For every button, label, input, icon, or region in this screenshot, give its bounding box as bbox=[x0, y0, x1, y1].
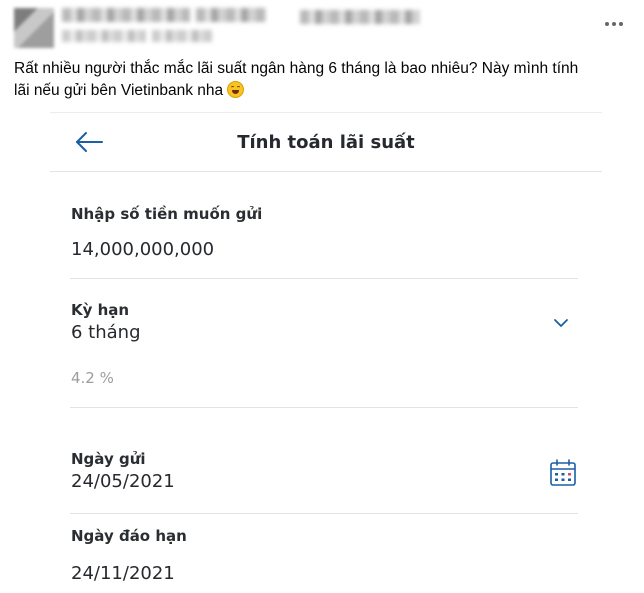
deposit-date-label: Ngày gửi bbox=[71, 450, 146, 468]
interest-calculator-screen: Tính toán lãi suất Nhập số tiền muốn gửi… bbox=[50, 112, 602, 593]
blurred-post-meta bbox=[62, 30, 146, 42]
chevron-down-icon[interactable] bbox=[550, 314, 572, 332]
blurred-tag bbox=[300, 10, 420, 24]
blurred-author-name-part bbox=[196, 8, 266, 22]
post-text-line1: Rất nhiều người thắc mắc lãi suất ngân h… bbox=[14, 60, 579, 77]
grinning-sweat-emoji-icon bbox=[227, 81, 245, 98]
post-text-line2: lãi nếu gửi bên Vietinbank nha bbox=[14, 82, 224, 99]
maturity-date-value: 24/11/2021 bbox=[71, 563, 175, 584]
divider bbox=[70, 513, 578, 514]
amount-label: Nhập số tiền muốn gửi bbox=[71, 205, 263, 223]
term-label: Kỳ hạn bbox=[71, 301, 130, 319]
blurred-post-meta-part bbox=[152, 30, 212, 42]
divider bbox=[70, 407, 578, 408]
divider bbox=[70, 278, 578, 279]
term-select[interactable]: 6 tháng bbox=[71, 322, 141, 343]
blurred-author-name[interactable] bbox=[62, 8, 190, 22]
avatar[interactable] bbox=[14, 8, 54, 48]
more-horizontal-icon[interactable] bbox=[602, 12, 626, 36]
calendar-icon[interactable] bbox=[548, 458, 578, 488]
app-header: Tính toán lãi suất bbox=[50, 113, 602, 172]
page-title: Tính toán lãi suất bbox=[237, 132, 415, 153]
deposit-date-input[interactable]: 24/05/2021 bbox=[71, 471, 175, 492]
post-body: Rất nhiều người thắc mắc lãi suất ngân h… bbox=[14, 58, 628, 102]
interest-rate: 4.2 % bbox=[71, 369, 114, 387]
amount-input[interactable]: 14,000,000,000 bbox=[71, 239, 214, 260]
post-header bbox=[0, 0, 644, 56]
maturity-date-label: Ngày đáo hạn bbox=[71, 527, 187, 545]
